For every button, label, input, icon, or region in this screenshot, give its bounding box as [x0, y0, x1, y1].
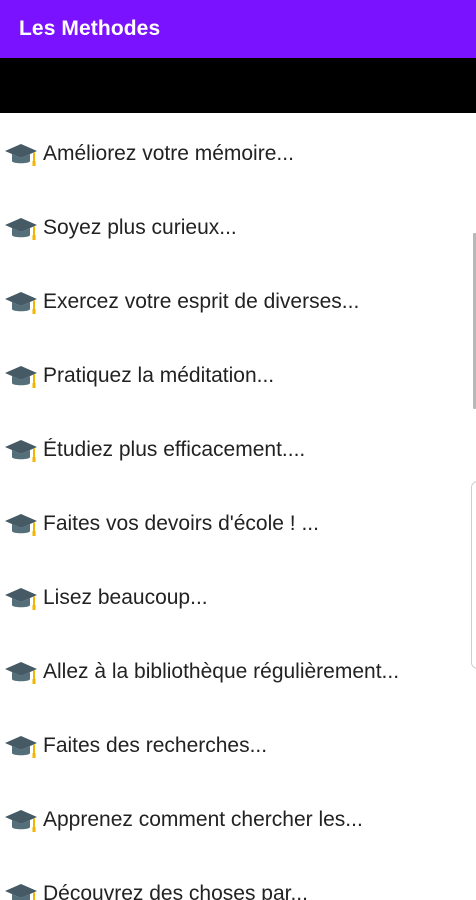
graduation-cap-icon [5, 292, 37, 314]
app-title: Les Methodes [19, 17, 161, 40]
graduation-cap-icon [5, 588, 37, 610]
list-item-label: Allez à la bibliothèque régulièrement... [43, 660, 400, 683]
list-item-label: Exercez votre esprit de diverses... [43, 290, 360, 313]
graduation-cap-icon [5, 440, 37, 462]
graduation-cap-icon [5, 736, 37, 758]
list-item[interactable]: Faites vos devoirs d'école ! ... [0, 487, 476, 561]
black-banner [0, 58, 476, 113]
list-item[interactable]: Apprenez comment chercher les... [0, 783, 476, 857]
list-item-label: Apprenez comment chercher les... [43, 808, 363, 831]
graduation-cap-icon [5, 884, 37, 900]
edge-panel-handle[interactable] [471, 481, 476, 669]
list-item-label: Étudiez plus efficacement.... [43, 438, 306, 461]
graduation-cap-icon [5, 366, 37, 388]
list-item-label: Lisez beaucoup... [43, 586, 208, 609]
graduation-cap-icon [5, 218, 37, 240]
methods-list[interactable]: Améliorez votre mémoire... Soyez plus cu… [0, 113, 476, 900]
list-item[interactable]: Découvrez des choses par... [0, 857, 476, 900]
list-item-label: Faites des recherches... [43, 734, 268, 757]
list-item[interactable]: Étudiez plus efficacement.... [0, 413, 476, 487]
list-item[interactable]: Allez à la bibliothèque régulièrement... [0, 635, 476, 709]
list-item[interactable]: Faites des recherches... [0, 709, 476, 783]
list-item-label: Pratiquez la méditation... [43, 364, 275, 387]
list-item-label: Découvrez des choses par... [43, 882, 308, 900]
graduation-cap-icon [5, 144, 37, 166]
list-item-label: Améliorez votre mémoire... [43, 142, 294, 165]
list-item-label: Soyez plus curieux... [43, 216, 237, 239]
graduation-cap-icon [5, 810, 37, 832]
list-item-label: Faites vos devoirs d'école ! ... [43, 512, 319, 535]
list-item[interactable]: Améliorez votre mémoire... [0, 117, 476, 191]
app-bar: Les Methodes [0, 0, 476, 58]
graduation-cap-icon [5, 662, 37, 684]
list-item[interactable]: Pratiquez la méditation... [0, 339, 476, 413]
list-item[interactable]: Exercez votre esprit de diverses... [0, 265, 476, 339]
graduation-cap-icon [5, 514, 37, 536]
list-item[interactable]: Lisez beaucoup... [0, 561, 476, 635]
list-item[interactable]: Soyez plus curieux... [0, 191, 476, 265]
